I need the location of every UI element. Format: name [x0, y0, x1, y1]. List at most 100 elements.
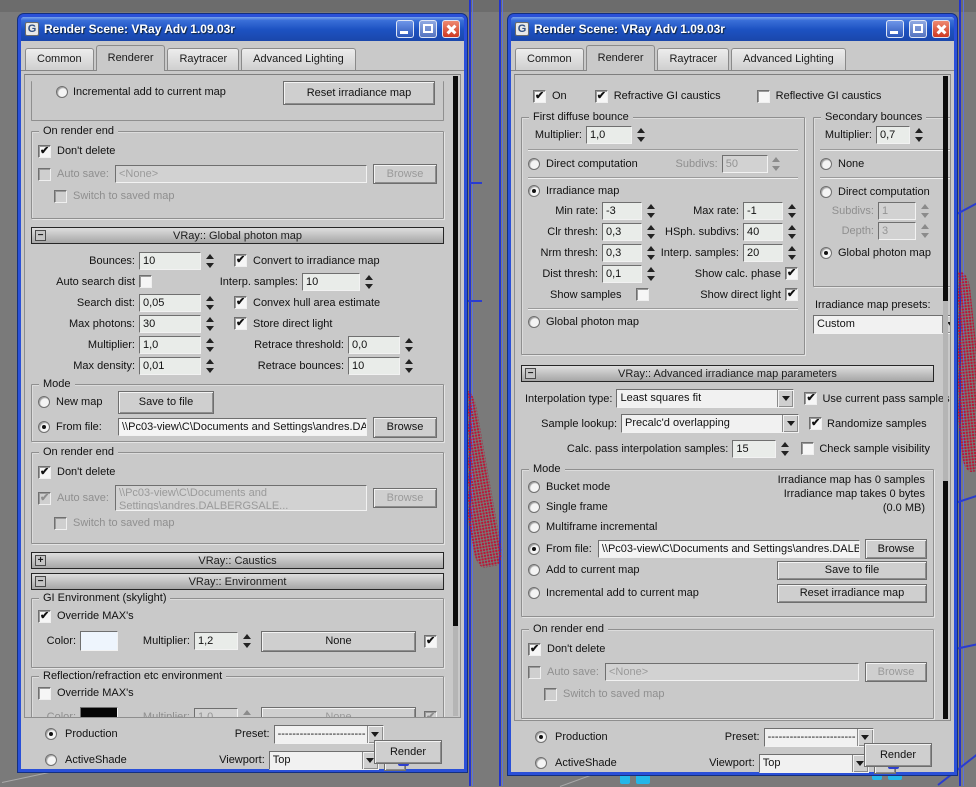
scrollbar[interactable]	[943, 76, 948, 719]
spinner-arrows-icon[interactable]	[203, 357, 216, 375]
multiplier-field[interactable]: 1,0	[139, 335, 201, 354]
render-button[interactable]: Render	[374, 740, 442, 764]
switch-to-saved-checkbox[interactable]	[544, 687, 557, 701]
maximize-button[interactable]	[419, 20, 437, 38]
auto-save-field[interactable]: <None>	[114, 165, 367, 183]
search-dist-spinner[interactable]: 0,05	[139, 293, 216, 312]
interp-samples-spinner[interactable]: 20	[743, 243, 798, 262]
browse-button[interactable]: Browse	[865, 538, 927, 559]
browse-button[interactable]: Browse	[373, 416, 437, 438]
auto-save-field[interactable]: <None>	[604, 663, 859, 681]
environment-map-none-button[interactable]: None	[261, 630, 416, 652]
tab-advanced-lighting[interactable]: Advanced Lighting	[241, 48, 356, 70]
title-bar[interactable]: G Render Scene: VRay Adv 1.09.03r	[21, 17, 464, 41]
spinner-arrows-icon[interactable]	[644, 223, 657, 241]
auto-search-dist-checkbox[interactable]	[139, 275, 152, 288]
minimize-button[interactable]	[396, 20, 414, 38]
dont-delete-checkbox[interactable]	[38, 144, 51, 158]
spinner-arrows-icon[interactable]	[402, 357, 415, 375]
interp-samples-field[interactable]: 10	[302, 272, 360, 291]
refractive-caustics-checkbox[interactable]	[594, 89, 608, 103]
sample-lookup-dropdown[interactable]: Precalc'd overlapping	[621, 414, 799, 433]
spinner-arrows-icon[interactable]	[778, 440, 791, 458]
interpolation-type-dropdown[interactable]: Least squares fit	[616, 389, 795, 408]
min-rate-spinner[interactable]: -3	[602, 201, 657, 220]
retrace-threshold-field[interactable]: 0,0	[348, 335, 400, 354]
collapse-icon[interactable]: −	[35, 576, 46, 587]
dont-delete-checkbox[interactable]	[528, 642, 541, 656]
check-sample-visibility-checkbox[interactable]	[801, 442, 815, 455]
activeshade-radio[interactable]	[45, 754, 57, 766]
sb-multiplier-spinner[interactable]: 0,7	[876, 126, 925, 144]
add-to-current-radio[interactable]	[528, 564, 540, 576]
gi-multiplier-spinner[interactable]: 1,2	[194, 632, 253, 650]
retrace-bounces-spinner[interactable]: 10	[348, 356, 415, 375]
tab-renderer[interactable]: Renderer	[95, 45, 166, 71]
tab-common[interactable]: Common	[25, 48, 94, 70]
max-density-spinner[interactable]: 0,01	[139, 356, 216, 375]
fdb-subdivs-field[interactable]: 50	[721, 155, 768, 173]
nrm-thresh-spinner[interactable]: 0,3	[602, 243, 657, 262]
store-direct-light-checkbox[interactable]	[234, 316, 247, 330]
color-swatch[interactable]	[80, 707, 118, 717]
hsph-subdivs-field[interactable]: 40	[743, 222, 783, 241]
auto-save-field[interactable]: \\Pc03-view\C\Documents and Settings\andr…	[114, 485, 367, 511]
auto-save-checkbox[interactable]	[38, 167, 51, 181]
irradiance-map-radio[interactable]	[528, 185, 540, 197]
spinner-arrows-icon[interactable]	[402, 336, 415, 354]
maximize-button[interactable]	[909, 20, 927, 38]
calc-pass-spinner[interactable]: 15	[732, 439, 791, 458]
multiplier-spinner[interactable]: 1,0	[139, 335, 216, 354]
sb-subdivs-spinner[interactable]: 1	[878, 202, 931, 220]
sb-depth-spinner[interactable]: 3	[878, 222, 931, 240]
refl-multiplier-spinner[interactable]: 1,0	[194, 708, 253, 717]
auto-save-checkbox[interactable]	[38, 491, 51, 505]
spinner-arrows-icon[interactable]	[644, 202, 657, 220]
spinner-arrows-icon[interactable]	[240, 708, 253, 717]
max-photons-spinner[interactable]: 30	[139, 314, 216, 333]
viewport-dropdown[interactable]: Top	[758, 753, 869, 773]
spinner-arrows-icon[interactable]	[644, 265, 657, 283]
max-rate-spinner[interactable]: -1	[743, 201, 798, 220]
nrm-thresh-field[interactable]: 0,3	[602, 243, 642, 262]
render-button[interactable]: Render	[864, 743, 932, 767]
viewport-dropdown[interactable]: Top	[268, 750, 379, 770]
clr-thresh-spinner[interactable]: 0,3	[602, 222, 657, 241]
spinner-arrows-icon[interactable]	[912, 126, 925, 144]
scrollbar[interactable]	[453, 76, 458, 716]
show-calc-phase-checkbox[interactable]	[785, 266, 798, 280]
bounces-field[interactable]: 10	[139, 251, 201, 270]
retrace-bounces-field[interactable]: 10	[348, 356, 400, 375]
single-frame-radio[interactable]	[528, 501, 540, 513]
fdb-multiplier-field[interactable]: 1,0	[586, 126, 632, 144]
collapse-icon[interactable]: −	[525, 368, 536, 379]
auto-save-checkbox[interactable]	[528, 665, 541, 679]
switch-to-saved-checkbox[interactable]	[54, 516, 67, 530]
tab-common[interactable]: Common	[515, 48, 584, 70]
show-samples-checkbox[interactable]	[635, 288, 649, 301]
rollout-caustics[interactable]: + VRay:: Caustics	[31, 552, 444, 569]
sb-multiplier-field[interactable]: 0,7	[876, 126, 910, 144]
color-swatch[interactable]	[80, 631, 118, 651]
sb-direct-computation-radio[interactable]	[820, 185, 832, 198]
chevron-down-icon[interactable]	[777, 390, 794, 407]
reset-irradiance-map-button[interactable]: Reset irradiance map	[283, 81, 435, 105]
gi-multiplier-field[interactable]: 1,2	[194, 632, 238, 650]
browse-button[interactable]: Browse	[865, 662, 927, 682]
tab-raytracer[interactable]: Raytracer	[167, 48, 240, 70]
hsph-subdivs-spinner[interactable]: 40	[743, 222, 798, 241]
max-photons-field[interactable]: 30	[139, 314, 201, 333]
switch-to-saved-checkbox[interactable]	[54, 189, 67, 203]
bounces-spinner[interactable]: 10	[139, 251, 216, 270]
reflective-caustics-checkbox[interactable]	[756, 89, 770, 103]
calc-pass-field[interactable]: 15	[732, 439, 777, 458]
collapse-icon[interactable]: −	[35, 230, 46, 241]
new-map-radio[interactable]	[38, 396, 50, 408]
from-file-radio[interactable]	[38, 421, 50, 433]
close-button[interactable]	[932, 20, 950, 38]
interp-samples-field[interactable]: 20	[743, 243, 783, 262]
spinner-arrows-icon[interactable]	[240, 632, 253, 650]
gi-on-checkbox[interactable]	[533, 89, 546, 103]
browse-button[interactable]: Browse	[373, 488, 437, 508]
tab-raytracer[interactable]: Raytracer	[657, 48, 730, 70]
